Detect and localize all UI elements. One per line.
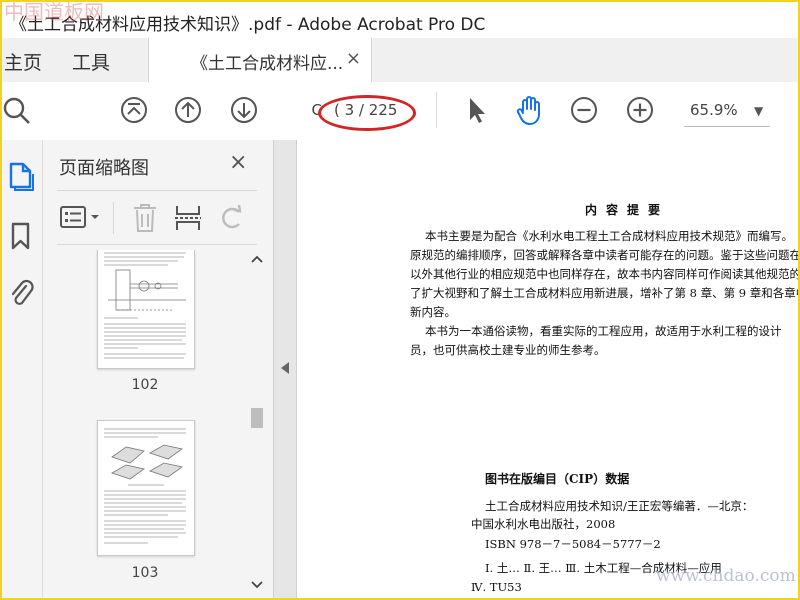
zoom-in-icon[interactable] bbox=[624, 94, 656, 126]
select-pointer-icon[interactable] bbox=[460, 94, 492, 126]
bookmark-icon[interactable] bbox=[6, 220, 36, 252]
doc-paragraph-line: 原规范的编排顺序，回答或解释各章中读者可能存在的问题。鉴于这些问题在 bbox=[410, 248, 798, 262]
document-view[interactable]: 内容提要 本书主要是为配合《水利水电工程土工合成材料应用技术规范》而编写。 原规… bbox=[297, 140, 798, 598]
first-page-icon[interactable] bbox=[118, 94, 150, 126]
toolbar: C ( 3 / 225 65.9% ▼ bbox=[2, 82, 798, 141]
title-bar: 《土工合成材料应用技术知识》.pdf - Adobe Acrobat Pro D… bbox=[2, 2, 798, 38]
insert-page-icon[interactable] bbox=[173, 202, 203, 234]
tab-tools[interactable]: 工具 bbox=[72, 48, 110, 75]
tab-bar: 主页 工具 《土工合成材料应... × bbox=[2, 38, 798, 83]
doc-heading: 内容提要 bbox=[585, 203, 670, 217]
toolbar-separator bbox=[436, 92, 437, 128]
close-tab-icon[interactable]: × bbox=[346, 48, 361, 69]
doc-paragraph-line: 新内容。 bbox=[410, 305, 456, 319]
thumbnail-label-102: 102 bbox=[131, 377, 159, 393]
tab-document-label: 《土工合成材料应... bbox=[191, 54, 344, 74]
panel-toolbar bbox=[57, 200, 257, 236]
doc-paragraph-line: 了扩大视野和了解土工合成材料应用新进展，增补了第 8 章、第 9 章和各章中 bbox=[410, 286, 798, 300]
thumbnail-label-103: 103 bbox=[131, 565, 159, 581]
next-page-icon[interactable] bbox=[228, 94, 260, 126]
attachment-icon[interactable] bbox=[6, 276, 36, 308]
cip-line: ISBN 978－7－5084－5777－2 bbox=[485, 537, 661, 551]
tab-home[interactable]: 主页 bbox=[4, 48, 42, 75]
zoom-dropdown-icon[interactable]: ▼ bbox=[754, 104, 763, 118]
cip-line: 土工合成材料应用技术知识/王正宏等编著．—北京： bbox=[485, 499, 754, 513]
cip-line: 中国水利水电出版社，2008 bbox=[471, 517, 616, 531]
page-number-input[interactable]: C bbox=[284, 96, 322, 124]
thumbnail-page-102[interactable] bbox=[97, 250, 195, 369]
page-103-preview bbox=[104, 428, 186, 544]
scroll-up-icon[interactable] bbox=[250, 254, 264, 264]
close-panel-icon[interactable]: × bbox=[229, 150, 247, 175]
doc-paragraph-line: 本书主要是为配合《水利水电工程土工合成材料应用技术规范》而编写。 bbox=[425, 229, 793, 243]
zoom-out-icon[interactable] bbox=[568, 94, 600, 126]
page-thumbnails-icon[interactable] bbox=[6, 160, 36, 192]
watermark-top-left: 中国道板网 bbox=[4, 0, 104, 24]
navigation-rail bbox=[2, 140, 43, 598]
zoom-underline bbox=[684, 126, 770, 127]
hand-tool-icon[interactable] bbox=[514, 94, 546, 126]
thumbnails-panel: 页面缩略图 × 102 103 bbox=[43, 140, 274, 598]
thumbnail-list: 102 103 bbox=[57, 250, 257, 595]
panel-toolbar-separator bbox=[113, 202, 114, 234]
collapse-panel-icon[interactable] bbox=[281, 362, 289, 374]
doc-paragraph-line: 员，也可供高校土建专业的师生参考。 bbox=[410, 343, 606, 357]
panel-title: 页面缩略图 bbox=[59, 158, 149, 179]
thumbnail-scrollbar[interactable] bbox=[247, 250, 267, 595]
tab-document[interactable]: 《土工合成材料应... × bbox=[148, 38, 372, 83]
panel-splitter[interactable] bbox=[274, 140, 297, 598]
pdf-page: 内容提要 本书主要是为配合《水利水电工程土工合成材料应用技术规范》而编写。 原规… bbox=[297, 140, 798, 598]
delete-page-icon[interactable] bbox=[131, 202, 159, 234]
scroll-down-icon[interactable] bbox=[250, 580, 264, 590]
zoom-level[interactable]: 65.9% bbox=[690, 96, 738, 124]
doc-paragraph-line: 本书为一本通俗读物，看重实际的工程应用，故适用于水利工程的设计 bbox=[425, 324, 782, 338]
panel-divider-2 bbox=[57, 244, 257, 245]
search-icon[interactable] bbox=[2, 94, 34, 126]
previous-page-icon[interactable] bbox=[172, 94, 204, 126]
thumbnail-page-103[interactable] bbox=[97, 420, 195, 556]
page-102-preview bbox=[104, 252, 186, 359]
cip-title: 图书在版编目（CIP）数据 bbox=[485, 472, 630, 486]
options-menu-icon[interactable] bbox=[59, 204, 105, 232]
rotate-page-icon[interactable] bbox=[217, 202, 247, 234]
panel-divider bbox=[57, 190, 257, 191]
watermark-bottom-right: www.chdao.com bbox=[656, 566, 796, 586]
doc-paragraph-line: 以外其他行业的相应规范中也同样存在，故本书内容同样可作阅读其他规范的 bbox=[410, 267, 798, 281]
cip-line: Ⅳ. TU53 bbox=[471, 580, 522, 594]
scrollbar-thumb[interactable] bbox=[251, 408, 263, 428]
red-annotation-ellipse bbox=[318, 95, 416, 131]
